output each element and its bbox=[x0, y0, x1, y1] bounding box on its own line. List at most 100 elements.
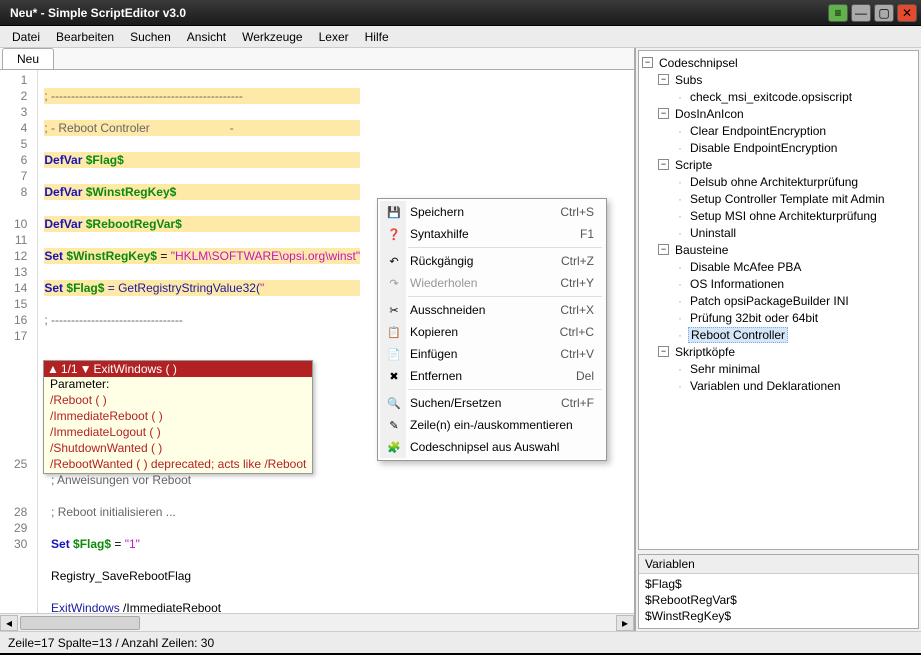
tree-group[interactable]: DosInAnIcon bbox=[673, 107, 746, 121]
tree-leaf-icon: · bbox=[674, 209, 686, 223]
tree-collapse-icon[interactable]: − bbox=[658, 244, 669, 255]
tree-leaf-icon: · bbox=[674, 124, 686, 138]
tree-leaf-icon: · bbox=[674, 362, 686, 376]
minimize-button[interactable]: — bbox=[851, 4, 871, 22]
menu-icon: 🔍 bbox=[386, 395, 402, 411]
tree-group[interactable]: Subs bbox=[673, 73, 704, 87]
tree-collapse-icon[interactable]: − bbox=[658, 108, 669, 119]
tab-neu[interactable]: Neu bbox=[2, 48, 54, 69]
app-icon-button[interactable]: ≡ bbox=[828, 4, 848, 22]
variable-item[interactable]: $RebootRegVar$ bbox=[645, 593, 912, 609]
variables-header: Variablen bbox=[639, 555, 918, 574]
right-pane: −Codeschnipsel−Subs·check_msi_exitcode.o… bbox=[636, 48, 921, 631]
menu-icon: ↷ bbox=[386, 275, 402, 291]
tree-leaf-icon: · bbox=[674, 90, 686, 104]
status-text: Zeile=17 Spalte=13 / Anzahl Zeilen: 30 bbox=[8, 636, 214, 650]
close-button[interactable]: ✕ bbox=[897, 4, 917, 22]
window-title: Neu* - Simple ScriptEditor v3.0 bbox=[10, 6, 825, 20]
tree-group[interactable]: Bausteine bbox=[673, 243, 730, 257]
tree-item[interactable]: Setup MSI ohne Architekturprüfung bbox=[688, 209, 879, 223]
tab-bar: Neu bbox=[0, 48, 634, 70]
tree-item[interactable]: Variablen und Deklarationen bbox=[688, 379, 843, 393]
context-menu-item[interactable]: ✎Zeile(n) ein-/auskommentieren bbox=[380, 414, 604, 436]
status-bar: Zeile=17 Spalte=13 / Anzahl Zeilen: 30 bbox=[0, 631, 921, 653]
menu-icon: 📋 bbox=[386, 324, 402, 340]
context-menu-item[interactable]: 📄EinfügenCtrl+V bbox=[380, 343, 604, 365]
up-arrow-icon[interactable]: ▲ bbox=[47, 362, 59, 376]
tree-item[interactable]: Disable McAfee PBA bbox=[688, 260, 803, 274]
scroll-right-button[interactable]: ▸ bbox=[616, 615, 634, 631]
down-arrow-icon[interactable]: ▼ bbox=[80, 362, 92, 376]
left-pane: Neu 12345678101112131415161725282930 ; -… bbox=[0, 48, 636, 631]
autocomplete-header: ▲ 1/1 ▼ ExitWindows ( ) bbox=[44, 361, 312, 377]
tree-leaf-icon: · bbox=[674, 226, 686, 240]
tree-item[interactable]: Prüfung 32bit oder 64bit bbox=[688, 311, 820, 325]
tree-item[interactable]: Sehr minimal bbox=[688, 362, 762, 376]
tree-item[interactable]: check_msi_exitcode.opsiscript bbox=[688, 90, 854, 104]
context-menu-item: ↷WiederholenCtrl+Y bbox=[380, 272, 604, 294]
tree-leaf-icon: · bbox=[674, 175, 686, 189]
autocomplete-item[interactable]: /ShutdownWanted ( ) bbox=[44, 441, 312, 457]
tree-leaf-icon: · bbox=[674, 328, 686, 342]
context-menu-item[interactable]: ❓SyntaxhilfeF1 bbox=[380, 223, 604, 245]
tree-item[interactable]: Disable EndpointEncryption bbox=[688, 141, 839, 155]
menu-suchen[interactable]: Suchen bbox=[122, 28, 179, 46]
maximize-button[interactable]: ▢ bbox=[874, 4, 894, 22]
menu-bearbeiten[interactable]: Bearbeiten bbox=[48, 28, 122, 46]
context-menu-item[interactable]: 🔍Suchen/ErsetzenCtrl+F bbox=[380, 392, 604, 414]
context-menu-item[interactable]: 💾SpeichernCtrl+S bbox=[380, 201, 604, 223]
tree-collapse-icon[interactable]: − bbox=[658, 159, 669, 170]
tree-leaf-icon: · bbox=[674, 379, 686, 393]
context-menu-item[interactable]: ✖EntfernenDel bbox=[380, 365, 604, 387]
menu-icon: 🧩 bbox=[386, 439, 402, 455]
tree-collapse-icon[interactable]: − bbox=[658, 346, 669, 357]
editor[interactable]: 12345678101112131415161725282930 ; -----… bbox=[0, 70, 634, 613]
menu-datei[interactable]: Datei bbox=[4, 28, 48, 46]
main-area: Neu 12345678101112131415161725282930 ; -… bbox=[0, 48, 921, 631]
line-gutter: 12345678101112131415161725282930 bbox=[0, 70, 38, 613]
tree-item[interactable]: OS Informationen bbox=[688, 277, 786, 291]
tree-collapse-icon[interactable]: − bbox=[642, 57, 653, 68]
menu-icon: ✎ bbox=[386, 417, 402, 433]
tree-group[interactable]: Skriptköpfe bbox=[673, 345, 737, 359]
context-menu-item[interactable]: 🧩Codeschnipsel aus Auswahl bbox=[380, 436, 604, 458]
tree-collapse-icon[interactable]: − bbox=[658, 74, 669, 85]
scroll-thumb[interactable] bbox=[20, 616, 140, 630]
tree-item[interactable]: Setup Controller Template mit Admin bbox=[688, 192, 887, 206]
context-menu: 💾SpeichernCtrl+S❓SyntaxhilfeF1 ↶Rückgängi… bbox=[377, 198, 607, 461]
tree-leaf-icon: · bbox=[674, 192, 686, 206]
menu-werkzeuge[interactable]: Werkzeuge bbox=[234, 28, 310, 46]
menu-lexer[interactable]: Lexer bbox=[311, 28, 357, 46]
tree-leaf-icon: · bbox=[674, 141, 686, 155]
tree-item[interactable]: Delsub ohne Architekturprüfung bbox=[688, 175, 860, 189]
autocomplete-item[interactable]: /Reboot ( ) bbox=[44, 393, 312, 409]
menu-icon: 💾 bbox=[386, 204, 402, 220]
tree-group[interactable]: Scripte bbox=[673, 158, 714, 172]
tree-item[interactable]: Reboot Controller bbox=[688, 327, 788, 343]
scroll-left-button[interactable]: ◂ bbox=[0, 615, 18, 631]
autocomplete-item[interactable]: /ImmediateLogout ( ) bbox=[44, 425, 312, 441]
tree-item[interactable]: Patch opsiPackageBuilder INI bbox=[688, 294, 851, 308]
tree-leaf-icon: · bbox=[674, 311, 686, 325]
tree-item[interactable]: Clear EndpointEncryption bbox=[688, 124, 828, 138]
horizontal-scrollbar[interactable]: ◂ ▸ bbox=[0, 613, 634, 631]
autocomplete-popup[interactable]: ▲ 1/1 ▼ ExitWindows ( ) Parameter: /Rebo… bbox=[43, 360, 313, 474]
autocomplete-item[interactable]: /ImmediateReboot ( ) bbox=[44, 409, 312, 425]
menu-hilfe[interactable]: Hilfe bbox=[357, 28, 397, 46]
tree-leaf-icon: · bbox=[674, 260, 686, 274]
context-menu-item[interactable]: ↶RückgängigCtrl+Z bbox=[380, 250, 604, 272]
autocomplete-item[interactable]: /RebootWanted ( ) deprecated; acts like … bbox=[44, 457, 312, 473]
context-menu-item[interactable]: 📋KopierenCtrl+C bbox=[380, 321, 604, 343]
variable-item[interactable]: $Flag$ bbox=[645, 577, 912, 593]
variable-item[interactable]: $WinstRegKey$ bbox=[645, 609, 912, 625]
variables-panel: Variablen $Flag$$RebootRegVar$$WinstRegK… bbox=[638, 554, 919, 629]
tree-root[interactable]: Codeschnipsel bbox=[657, 56, 740, 70]
code-area[interactable]: ; --------------------------------------… bbox=[38, 70, 366, 613]
tree-item[interactable]: Uninstall bbox=[688, 226, 738, 240]
autocomplete-item: Parameter: bbox=[44, 377, 312, 393]
menu-icon: ❓ bbox=[386, 226, 402, 242]
menu-icon: ✖ bbox=[386, 368, 402, 384]
snippets-tree[interactable]: −Codeschnipsel−Subs·check_msi_exitcode.o… bbox=[638, 50, 919, 550]
context-menu-item[interactable]: ✂AusschneidenCtrl+X bbox=[380, 299, 604, 321]
menu-ansicht[interactable]: Ansicht bbox=[179, 28, 234, 46]
